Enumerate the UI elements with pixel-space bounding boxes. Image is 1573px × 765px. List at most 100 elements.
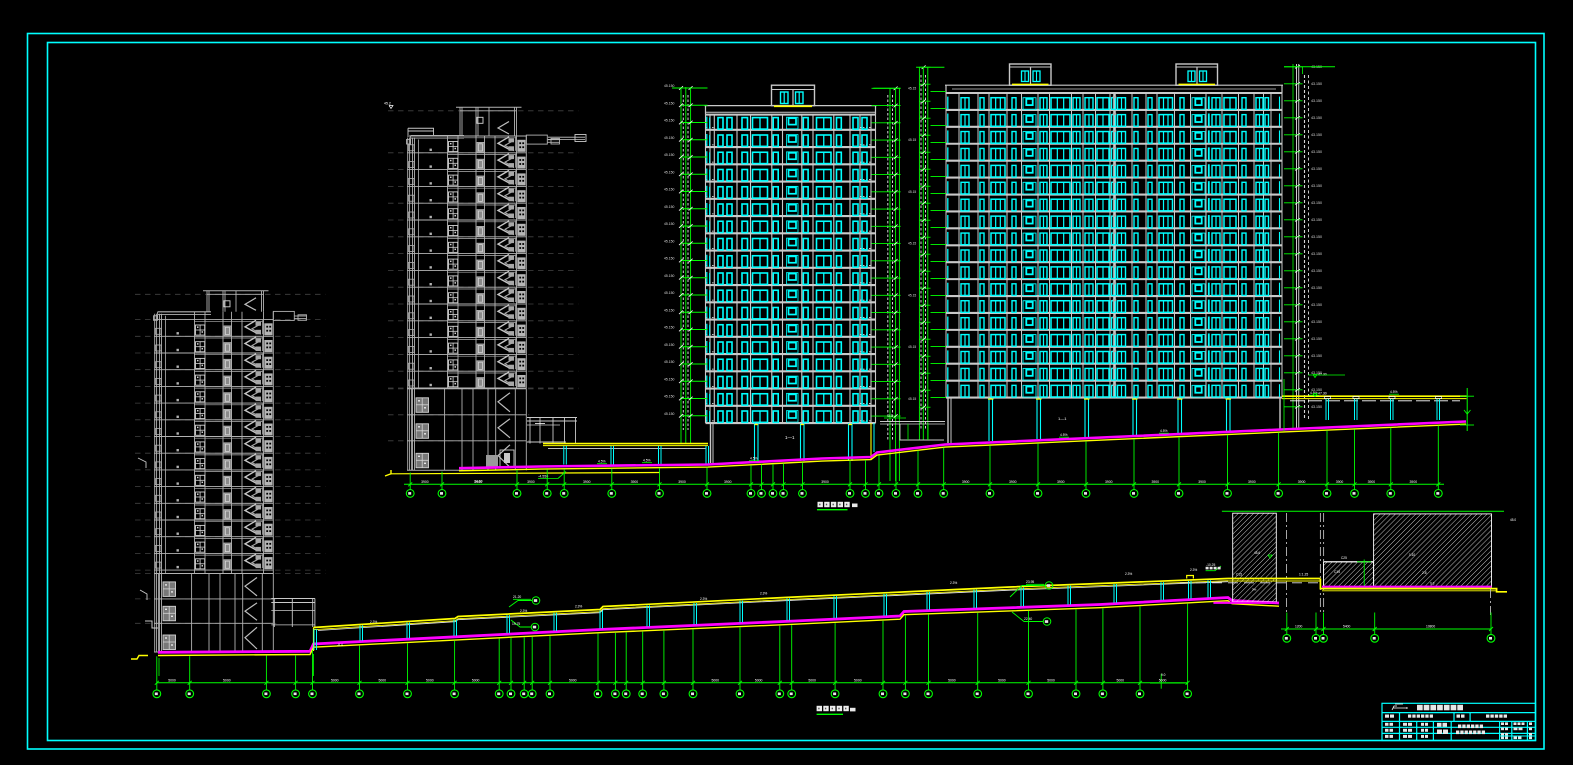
svg-text:2.3%: 2.3% xyxy=(1125,572,1132,576)
svg-text:43.150: 43.150 xyxy=(1311,405,1322,409)
svg-text:45.150: 45.150 xyxy=(664,395,674,399)
svg-text:-4.550: -4.550 xyxy=(538,475,548,479)
svg-text:5000: 5000 xyxy=(1159,678,1167,682)
svg-text:45.0: 45.0 xyxy=(1510,518,1516,522)
svg-text:45.6: 45.6 xyxy=(1254,551,1260,555)
svg-text:3900: 3900 xyxy=(583,480,591,484)
svg-text:45.2: 45.2 xyxy=(384,102,391,106)
svg-text:3900: 3900 xyxy=(1368,480,1376,484)
svg-text:43.150: 43.150 xyxy=(1311,150,1322,154)
svg-text:3900: 3900 xyxy=(1152,480,1160,484)
svg-text:43.150: 43.150 xyxy=(1311,116,1322,120)
svg-text:3900: 3900 xyxy=(678,480,686,484)
svg-text:3900: 3900 xyxy=(631,480,639,484)
svg-text:43.150: 43.150 xyxy=(1311,133,1322,137)
svg-text:5000: 5000 xyxy=(1047,678,1055,682)
svg-text:45.150: 45.150 xyxy=(664,360,674,364)
svg-text:45.150: 45.150 xyxy=(664,101,674,105)
svg-text:43.150: 43.150 xyxy=(1311,201,1322,205)
svg-text:3900: 3900 xyxy=(421,480,429,484)
svg-text:5400: 5400 xyxy=(1343,625,1351,629)
svg-text:43.150: 43.150 xyxy=(1311,286,1322,290)
svg-text:1:10: 1:10 xyxy=(1409,553,1415,557)
svg-text:45.150: 45.150 xyxy=(664,222,674,226)
svg-text:2.3%: 2.3% xyxy=(575,605,582,609)
svg-text:3900: 3900 xyxy=(724,480,732,484)
svg-text:5000: 5000 xyxy=(331,678,339,682)
svg-text:43.150: 43.150 xyxy=(1311,337,1322,341)
svg-text:5000: 5000 xyxy=(472,678,480,682)
svg-text:45.150: 45.150 xyxy=(664,170,674,174)
svg-text:45.150: 45.150 xyxy=(664,274,674,278)
svg-text:2.3%: 2.3% xyxy=(950,581,957,585)
svg-text:1—1: 1—1 xyxy=(1058,416,1067,421)
svg-text:5000: 5000 xyxy=(712,678,720,682)
svg-text:-8.4: -8.4 xyxy=(337,643,343,647)
svg-text:3900: 3900 xyxy=(962,480,970,484)
svg-text:4.5%: 4.5% xyxy=(643,459,651,463)
svg-text:2.3%: 2.3% xyxy=(760,592,767,596)
svg-text:3900: 3900 xyxy=(1057,480,1065,484)
svg-text:5000: 5000 xyxy=(755,678,763,682)
svg-text:43.150: 43.150 xyxy=(1311,167,1322,171)
svg-text:45.150: 45.150 xyxy=(664,205,674,209)
svg-text:-10.25: -10.25 xyxy=(1206,563,1216,567)
svg-text:45.15: 45.15 xyxy=(908,345,916,349)
svg-text:43.150: 43.150 xyxy=(1311,303,1322,307)
svg-text:5000: 5000 xyxy=(998,678,1006,682)
svg-text:2.3%: 2.3% xyxy=(520,609,527,613)
svg-text:4.5%: 4.5% xyxy=(1060,433,1068,437)
svg-text:43.150: 43.150 xyxy=(1311,82,1322,86)
svg-text:21.20: 21.20 xyxy=(513,595,521,599)
svg-text:45.15: 45.15 xyxy=(908,138,916,142)
svg-text:4.5%: 4.5% xyxy=(1160,429,1168,433)
svg-text:45.15: 45.15 xyxy=(908,190,916,194)
svg-text:45.150: 45.150 xyxy=(664,188,674,192)
svg-text:45.15: 45.15 xyxy=(908,397,916,401)
svg-text:3900: 3900 xyxy=(1336,480,1344,484)
svg-text:C15: C15 xyxy=(1334,570,1340,574)
svg-text:3900: 3900 xyxy=(1410,480,1418,484)
svg-text:10800: 10800 xyxy=(1426,625,1435,629)
svg-text:45.150: 45.150 xyxy=(664,326,674,330)
svg-text:45.150: 45.150 xyxy=(664,257,674,261)
svg-text:9.0: 9.0 xyxy=(1161,673,1166,677)
svg-text:3900: 3900 xyxy=(821,480,829,484)
svg-text:45.150: 45.150 xyxy=(664,239,674,243)
svg-text:45.15: 45.15 xyxy=(908,242,916,246)
svg-text:45.150: 45.150 xyxy=(664,153,674,157)
svg-text:4.5%: 4.5% xyxy=(750,457,758,461)
svg-text:5000: 5000 xyxy=(948,678,956,682)
svg-text:0.3: 0.3 xyxy=(1430,582,1435,586)
svg-text:5000: 5000 xyxy=(379,678,387,682)
svg-text:3900: 3900 xyxy=(1248,480,1256,484)
svg-text:43.150: 43.150 xyxy=(1311,252,1322,256)
svg-text:5000: 5000 xyxy=(569,678,577,682)
svg-text:2.3%: 2.3% xyxy=(700,597,707,601)
svg-text:45.150: 45.150 xyxy=(664,343,674,347)
svg-text:C15: C15 xyxy=(1236,573,1242,577)
svg-text:3900: 3900 xyxy=(1198,480,1206,484)
svg-text:1:1.25: 1:1.25 xyxy=(1299,573,1308,577)
svg-text:45.150: 45.150 xyxy=(664,308,674,312)
svg-text:4.5%: 4.5% xyxy=(1390,390,1398,394)
svg-text:43.150: 43.150 xyxy=(1311,235,1322,239)
svg-text:43.150: 43.150 xyxy=(1311,184,1322,188)
svg-text:3900: 3900 xyxy=(1105,480,1113,484)
svg-text:3.3: 3.3 xyxy=(888,414,893,418)
svg-text:5000: 5000 xyxy=(426,678,434,682)
svg-text:3900: 3900 xyxy=(1009,480,1017,484)
svg-text:2.3%: 2.3% xyxy=(370,620,377,624)
svg-text:43.150: 43.150 xyxy=(1311,218,1322,222)
svg-text:5000: 5000 xyxy=(854,678,862,682)
svg-text:3900: 3900 xyxy=(1298,480,1306,484)
svg-text:1—1: 1—1 xyxy=(785,435,795,440)
svg-text:45.150: 45.150 xyxy=(664,412,674,416)
svg-text:4.5%: 4.5% xyxy=(598,460,606,464)
svg-text:47.30: 47.30 xyxy=(1318,373,1327,377)
svg-text:45.15: 45.15 xyxy=(908,86,916,90)
svg-text:5000: 5000 xyxy=(168,678,176,682)
svg-text:45.15: 45.15 xyxy=(908,293,916,297)
svg-text:45.150: 45.150 xyxy=(664,136,674,140)
svg-text:43.150: 43.150 xyxy=(1311,354,1322,358)
